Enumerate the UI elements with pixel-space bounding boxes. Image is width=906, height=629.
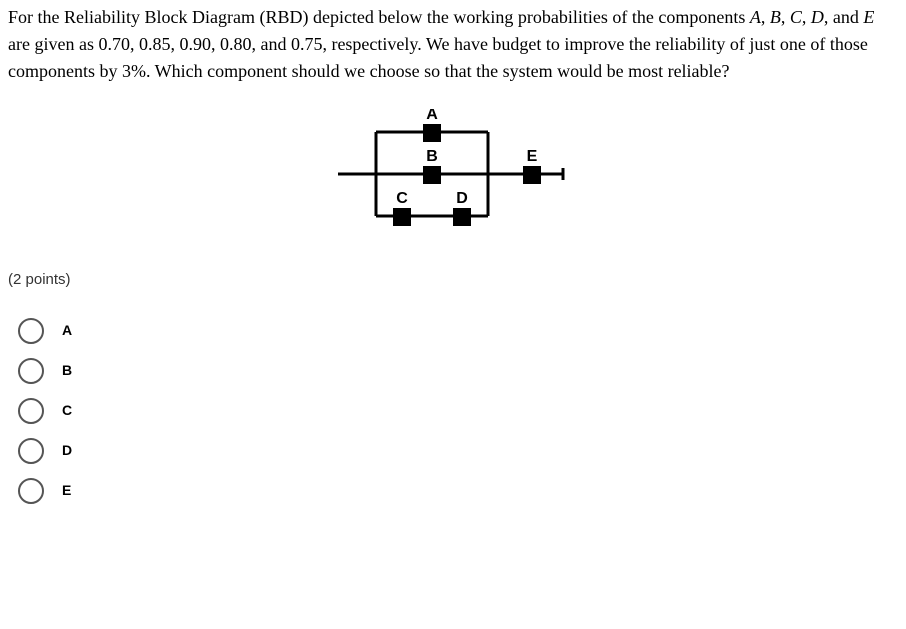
label-b: B [426, 148, 438, 165]
reliability-block-diagram: A B C D E [338, 109, 568, 239]
option-d[interactable]: D [18, 438, 898, 464]
option-b[interactable]: B [18, 358, 898, 384]
question-text: For the Reliability Block Diagram (RBD) … [8, 4, 898, 85]
comp-d: D [811, 7, 824, 27]
sep3: , [802, 7, 811, 27]
radio-icon [18, 358, 44, 384]
question-pre: For the Reliability Block Diagram (RBD) … [8, 7, 750, 27]
option-label: A [62, 320, 72, 341]
comp-c: C [790, 7, 802, 27]
option-label: D [62, 440, 72, 461]
option-label: C [62, 400, 72, 421]
sep2: , [781, 7, 790, 27]
label-e: E [527, 148, 538, 165]
sep4: , and [824, 7, 864, 27]
radio-icon [18, 478, 44, 504]
points-label: (2 points) [8, 269, 898, 292]
radio-icon [18, 438, 44, 464]
option-a[interactable]: A [18, 318, 898, 344]
comp-a: A [750, 7, 761, 27]
options-list: A B C D E [8, 318, 898, 504]
option-label: E [62, 480, 71, 501]
question-post: are given as 0.70, 0.85, 0.90, 0.80, and… [8, 34, 868, 81]
option-e[interactable]: E [18, 478, 898, 504]
label-a: A [426, 109, 438, 123]
radio-icon [18, 398, 44, 424]
option-label: B [62, 360, 72, 381]
label-c: C [396, 190, 408, 207]
comp-b: B [770, 7, 781, 27]
comp-e: E [863, 7, 874, 27]
diagram-container: A B C D E [8, 109, 898, 239]
sep1: , [761, 7, 770, 27]
label-d: D [456, 190, 468, 207]
option-c[interactable]: C [18, 398, 898, 424]
radio-icon [18, 318, 44, 344]
